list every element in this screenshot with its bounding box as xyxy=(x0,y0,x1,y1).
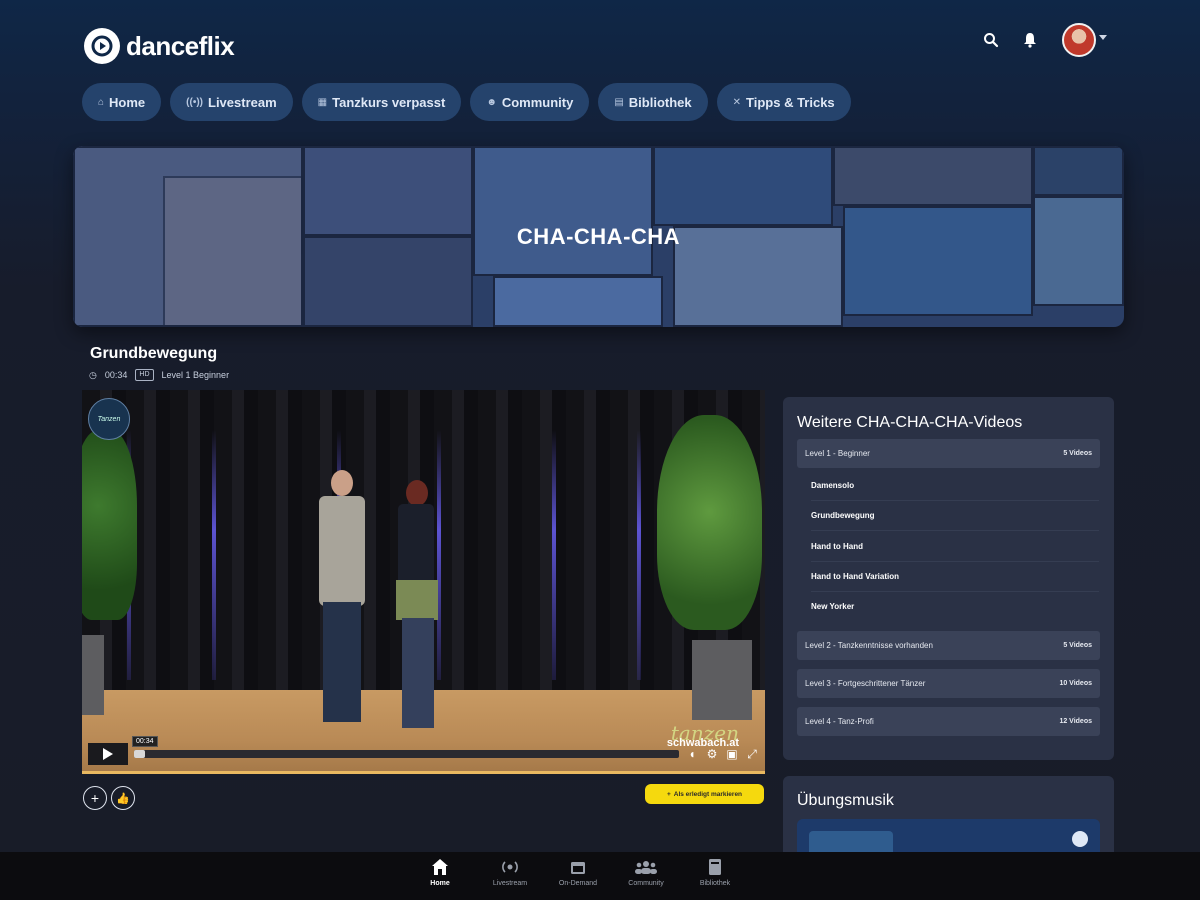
progress-bar[interactable] xyxy=(134,750,679,758)
bottom-nav-bibliothek[interactable]: Bibliothek xyxy=(685,856,745,887)
fullscreen-icon[interactable]: ⤢ xyxy=(745,747,759,761)
banner-title: CHA-CHA-CHA xyxy=(516,224,681,249)
nav-pill-label: Bibliothek xyxy=(628,94,692,110)
nav-pill-bibliothek[interactable]: ▤ Bibliothek xyxy=(598,83,708,121)
nav-pill-community[interactable]: ☻ Community xyxy=(470,83,590,121)
bottom-nav-on-demand[interactable]: On-Demand xyxy=(548,856,608,887)
nav-pill-label: Community xyxy=(501,94,574,110)
user-avatar[interactable] xyxy=(1062,23,1096,57)
spotify-icon[interactable] xyxy=(1072,831,1088,847)
community-icon xyxy=(635,856,657,878)
level-accordion-4[interactable]: Level 4 - Tanz-Profi 12 Videos xyxy=(797,707,1100,736)
calendar-icon xyxy=(567,856,589,878)
clock-icon: ◷ xyxy=(89,369,97,380)
logo-mark-icon xyxy=(84,28,120,64)
level-accordion-3[interactable]: Level 3 - Fortgeschrittener Tänzer 10 Vi… xyxy=(797,669,1100,698)
bottom-nav-community[interactable]: Community xyxy=(616,856,676,887)
home-icon: ⌂ xyxy=(98,96,105,108)
bottom-nav-label: Bibliothek xyxy=(699,880,731,887)
bottom-nav-label: Home xyxy=(430,880,450,887)
hero-banner: CHA-CHA-CHA xyxy=(73,146,1124,327)
level-accordion-2[interactable]: Level 2 - Tanzkenntnisse vorhanden 5 Vid… xyxy=(797,631,1100,660)
bottom-nav: Home Livestream On-Demand Community Biblioth… xyxy=(0,852,1200,900)
video-title: Grundbewegung xyxy=(90,345,218,362)
nav-pill-home[interactable]: ⌂ Home xyxy=(82,83,162,121)
nav-pill-label: Home xyxy=(109,94,146,110)
play-button[interactable] xyxy=(88,743,128,765)
video-link-grundbewegung[interactable]: Grundbewegung xyxy=(811,500,1099,531)
video-link-hand-to-hand-variation[interactable]: Hand to Hand Variation xyxy=(811,561,1099,592)
video-level: Level 1 Beginner xyxy=(161,370,230,380)
calendar-icon: ▦ xyxy=(317,96,328,108)
livestream-icon xyxy=(499,856,521,878)
settings-icon[interactable]: ⚙ xyxy=(705,747,719,761)
bell-icon[interactable] xyxy=(1019,29,1041,51)
video-link-new-yorker[interactable]: New Yorker xyxy=(811,591,1099,621)
music-title: Übungsmusik xyxy=(797,792,894,809)
library-icon xyxy=(704,856,726,878)
dancer-female xyxy=(392,480,440,728)
dancer-male xyxy=(317,470,365,722)
brand-logo[interactable]: danceflix xyxy=(84,28,235,64)
video-duration: 00:34 xyxy=(104,370,128,380)
more-videos-panel: Weitere CHA-CHA-CHA-Videos Level 1 - Beg… xyxy=(783,397,1114,760)
bottom-nav-home[interactable]: Home xyxy=(410,856,470,887)
bottom-nav-label: On-Demand xyxy=(558,880,598,887)
bottom-nav-label: Community xyxy=(628,880,664,887)
tips-icon: ✕ xyxy=(732,96,742,108)
add-to-list-button[interactable]: + xyxy=(83,786,107,810)
bottom-nav-label: Livestream xyxy=(492,880,528,887)
nav-pill-label: Livestream xyxy=(208,94,277,110)
progress-fill xyxy=(134,750,145,758)
quality-badge: HD xyxy=(135,369,154,381)
home-icon xyxy=(429,856,451,878)
nav-pill-label: Tanzkurs verpasst xyxy=(332,94,446,110)
nav-pill-livestream[interactable]: ((•)) Livestream xyxy=(170,83,293,121)
video-player[interactable]: Tanzen tanzen schwabach.at 00:34 ◖ ⚙ ▣ ⤢ xyxy=(82,390,765,774)
volume-icon[interactable]: ◖ xyxy=(685,747,699,761)
panel-title: Weitere CHA-CHA-CHA-Videos xyxy=(797,414,1023,431)
chevron-down-icon[interactable] xyxy=(1099,35,1107,40)
main-nav: ⌂ Home ((•)) Livestream ▦ Tanzkurs verpasst ☻ C… xyxy=(82,83,851,121)
plus-icon: + xyxy=(666,790,671,798)
pip-icon[interactable]: ▣ xyxy=(725,747,739,761)
community-icon: ☻ xyxy=(486,96,497,108)
livestream-icon: ((•)) xyxy=(186,96,203,108)
library-icon: ▤ xyxy=(614,96,624,108)
nav-pill-label: Tipps & Tricks xyxy=(746,94,835,110)
player-controls: ◖ ⚙ ▣ ⤢ xyxy=(88,743,759,765)
brand-name: danceflix xyxy=(126,30,235,61)
mark-done-label: Als erledigt markieren xyxy=(673,790,743,798)
nav-pill-tipps-tricks[interactable]: ✕ Tipps & Tricks xyxy=(716,83,851,121)
mark-done-button[interactable]: + Als erledigt markieren xyxy=(645,784,764,804)
bottom-nav-livestream[interactable]: Livestream xyxy=(480,856,540,887)
level-accordion-1[interactable]: Level 1 - Beginner 5 Videos xyxy=(797,439,1100,468)
search-icon[interactable] xyxy=(980,29,1002,51)
video-link-damensolo[interactable]: Damensolo xyxy=(811,470,1099,501)
channel-logo: Tanzen xyxy=(88,398,130,440)
nav-pill-tanzkurs-verpasst[interactable]: ▦ Tanzkurs verpasst xyxy=(301,83,462,121)
video-meta: ◷ 00:34 HD Level 1 Beginner xyxy=(89,369,229,381)
video-link-hand-to-hand[interactable]: Hand to Hand xyxy=(811,531,1099,562)
like-button[interactable]: 👍 xyxy=(111,786,135,810)
